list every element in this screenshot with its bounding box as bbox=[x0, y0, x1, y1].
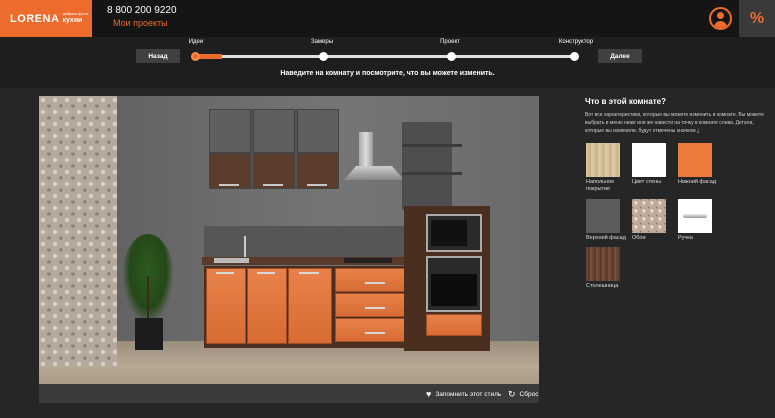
logo-sub: фабрика кухонь кухни bbox=[62, 13, 88, 24]
upper-handle[interactable] bbox=[263, 184, 283, 186]
wallpaper-wall[interactable] bbox=[39, 96, 117, 366]
upper-door[interactable] bbox=[209, 109, 251, 153]
tile-wallpaper-label: Обои bbox=[632, 235, 646, 241]
tile-floor-label-2: покрытие bbox=[586, 186, 611, 192]
user-icon[interactable] bbox=[709, 7, 732, 30]
logo-sub-text: кухни bbox=[62, 16, 83, 24]
oven-window bbox=[431, 274, 477, 306]
tile-wall-color[interactable] bbox=[632, 143, 666, 177]
sink bbox=[214, 258, 249, 263]
lower-handle[interactable] bbox=[365, 307, 385, 309]
backsplash bbox=[204, 226, 424, 260]
tile-upper-facade[interactable] bbox=[586, 199, 620, 233]
panel-title: Что в этой комнате? bbox=[585, 97, 666, 106]
shelf-panel bbox=[402, 122, 452, 210]
plant-pot bbox=[135, 318, 163, 350]
wall-shelf bbox=[402, 144, 462, 147]
hob bbox=[344, 258, 392, 263]
tile-lower-facade[interactable] bbox=[678, 143, 712, 177]
heart-icon: ♥ bbox=[426, 389, 432, 399]
tile-floor[interactable] bbox=[586, 143, 620, 177]
upper-handle[interactable] bbox=[307, 184, 327, 186]
lower-handle[interactable] bbox=[216, 272, 234, 274]
percent-icon: % bbox=[749, 9, 765, 27]
tile-handle-label: Ручка bbox=[678, 235, 693, 241]
next-button[interactable]: Далее bbox=[598, 49, 642, 63]
lower-handle[interactable] bbox=[365, 332, 385, 334]
upper-door[interactable] bbox=[297, 109, 339, 153]
lower-handle[interactable] bbox=[257, 272, 275, 274]
plant-stem bbox=[147, 276, 149, 320]
tile-upper-facade-label: Верхний фасад bbox=[586, 235, 626, 241]
tile-lower-facade-label: Нижний фасад bbox=[678, 179, 717, 185]
step-label-project[interactable]: Проект bbox=[440, 39, 460, 45]
step-dot-measure[interactable] bbox=[319, 52, 328, 61]
step-label-ideas[interactable]: Идеи bbox=[189, 39, 204, 45]
promo-button[interactable]: % bbox=[739, 0, 775, 37]
reset-button[interactable]: ↻ Сброс bbox=[508, 389, 538, 400]
tile-handle[interactable] bbox=[678, 199, 712, 233]
step-dot-project[interactable] bbox=[447, 52, 456, 61]
panel-description-text: Вот все характеристики, которые вы может… bbox=[585, 112, 764, 134]
handle-icon bbox=[683, 214, 707, 218]
wall-shelf bbox=[402, 172, 462, 175]
user-icon-head bbox=[717, 12, 724, 19]
logo[interactable]: LORENA фабрика кухонь кухни bbox=[0, 0, 92, 37]
tap bbox=[244, 236, 246, 258]
microwave-window bbox=[431, 220, 467, 246]
phone-number[interactable]: 8 800 200 9220 bbox=[107, 5, 177, 16]
steps-bar: Назад Далее Идеи Замеры Проект Конструкт… bbox=[0, 37, 775, 88]
remember-style-button[interactable]: ♥ Запомнить этот стиль bbox=[426, 389, 501, 399]
reset-label: Сброс bbox=[519, 391, 539, 398]
step-label-constructor[interactable]: Конструктор bbox=[559, 39, 593, 45]
instruction-text: Наведите на комнату и посмотрите, что вы… bbox=[280, 70, 495, 77]
tile-countertop[interactable] bbox=[586, 247, 620, 281]
upper-door[interactable] bbox=[253, 109, 295, 153]
lower-handle[interactable] bbox=[365, 282, 385, 284]
hood-chimney bbox=[359, 132, 373, 168]
tile-floor-label-1: Напольное bbox=[586, 179, 615, 185]
tile-wall-color-label: Цвет стены bbox=[632, 179, 662, 185]
download-icon: ⤓ bbox=[696, 128, 700, 134]
logo-main-text: LORENA bbox=[10, 12, 60, 25]
lower-door[interactable] bbox=[288, 268, 332, 344]
user-icon-body bbox=[714, 21, 727, 28]
upper-cabinet[interactable] bbox=[209, 109, 339, 189]
step-dot-constructor[interactable] bbox=[570, 52, 579, 61]
tile-countertop-label: Столешница bbox=[586, 283, 619, 289]
step-label-measure[interactable]: Замеры bbox=[311, 39, 333, 45]
remember-style-label: Запомнить этот стиль bbox=[435, 390, 502, 398]
tall-drawer[interactable] bbox=[426, 314, 482, 336]
progress-track bbox=[196, 55, 574, 58]
lower-door[interactable] bbox=[206, 268, 246, 344]
panel-description: Вот все характеристики, которые вы может… bbox=[585, 111, 769, 135]
tile-wallpaper[interactable] bbox=[632, 199, 666, 233]
back-button[interactable]: Назад bbox=[136, 49, 180, 63]
kitchen-scene[interactable] bbox=[39, 96, 539, 384]
step-dot-ideas[interactable] bbox=[191, 52, 200, 61]
lower-door[interactable] bbox=[247, 268, 287, 344]
header: LORENA фабрика кухонь кухни 8 800 200 92… bbox=[0, 0, 775, 37]
reset-icon: ↻ bbox=[508, 389, 516, 399]
upper-handle[interactable] bbox=[219, 184, 239, 186]
my-projects-link[interactable]: Мои проекты bbox=[113, 18, 168, 28]
lower-handle[interactable] bbox=[299, 272, 319, 274]
